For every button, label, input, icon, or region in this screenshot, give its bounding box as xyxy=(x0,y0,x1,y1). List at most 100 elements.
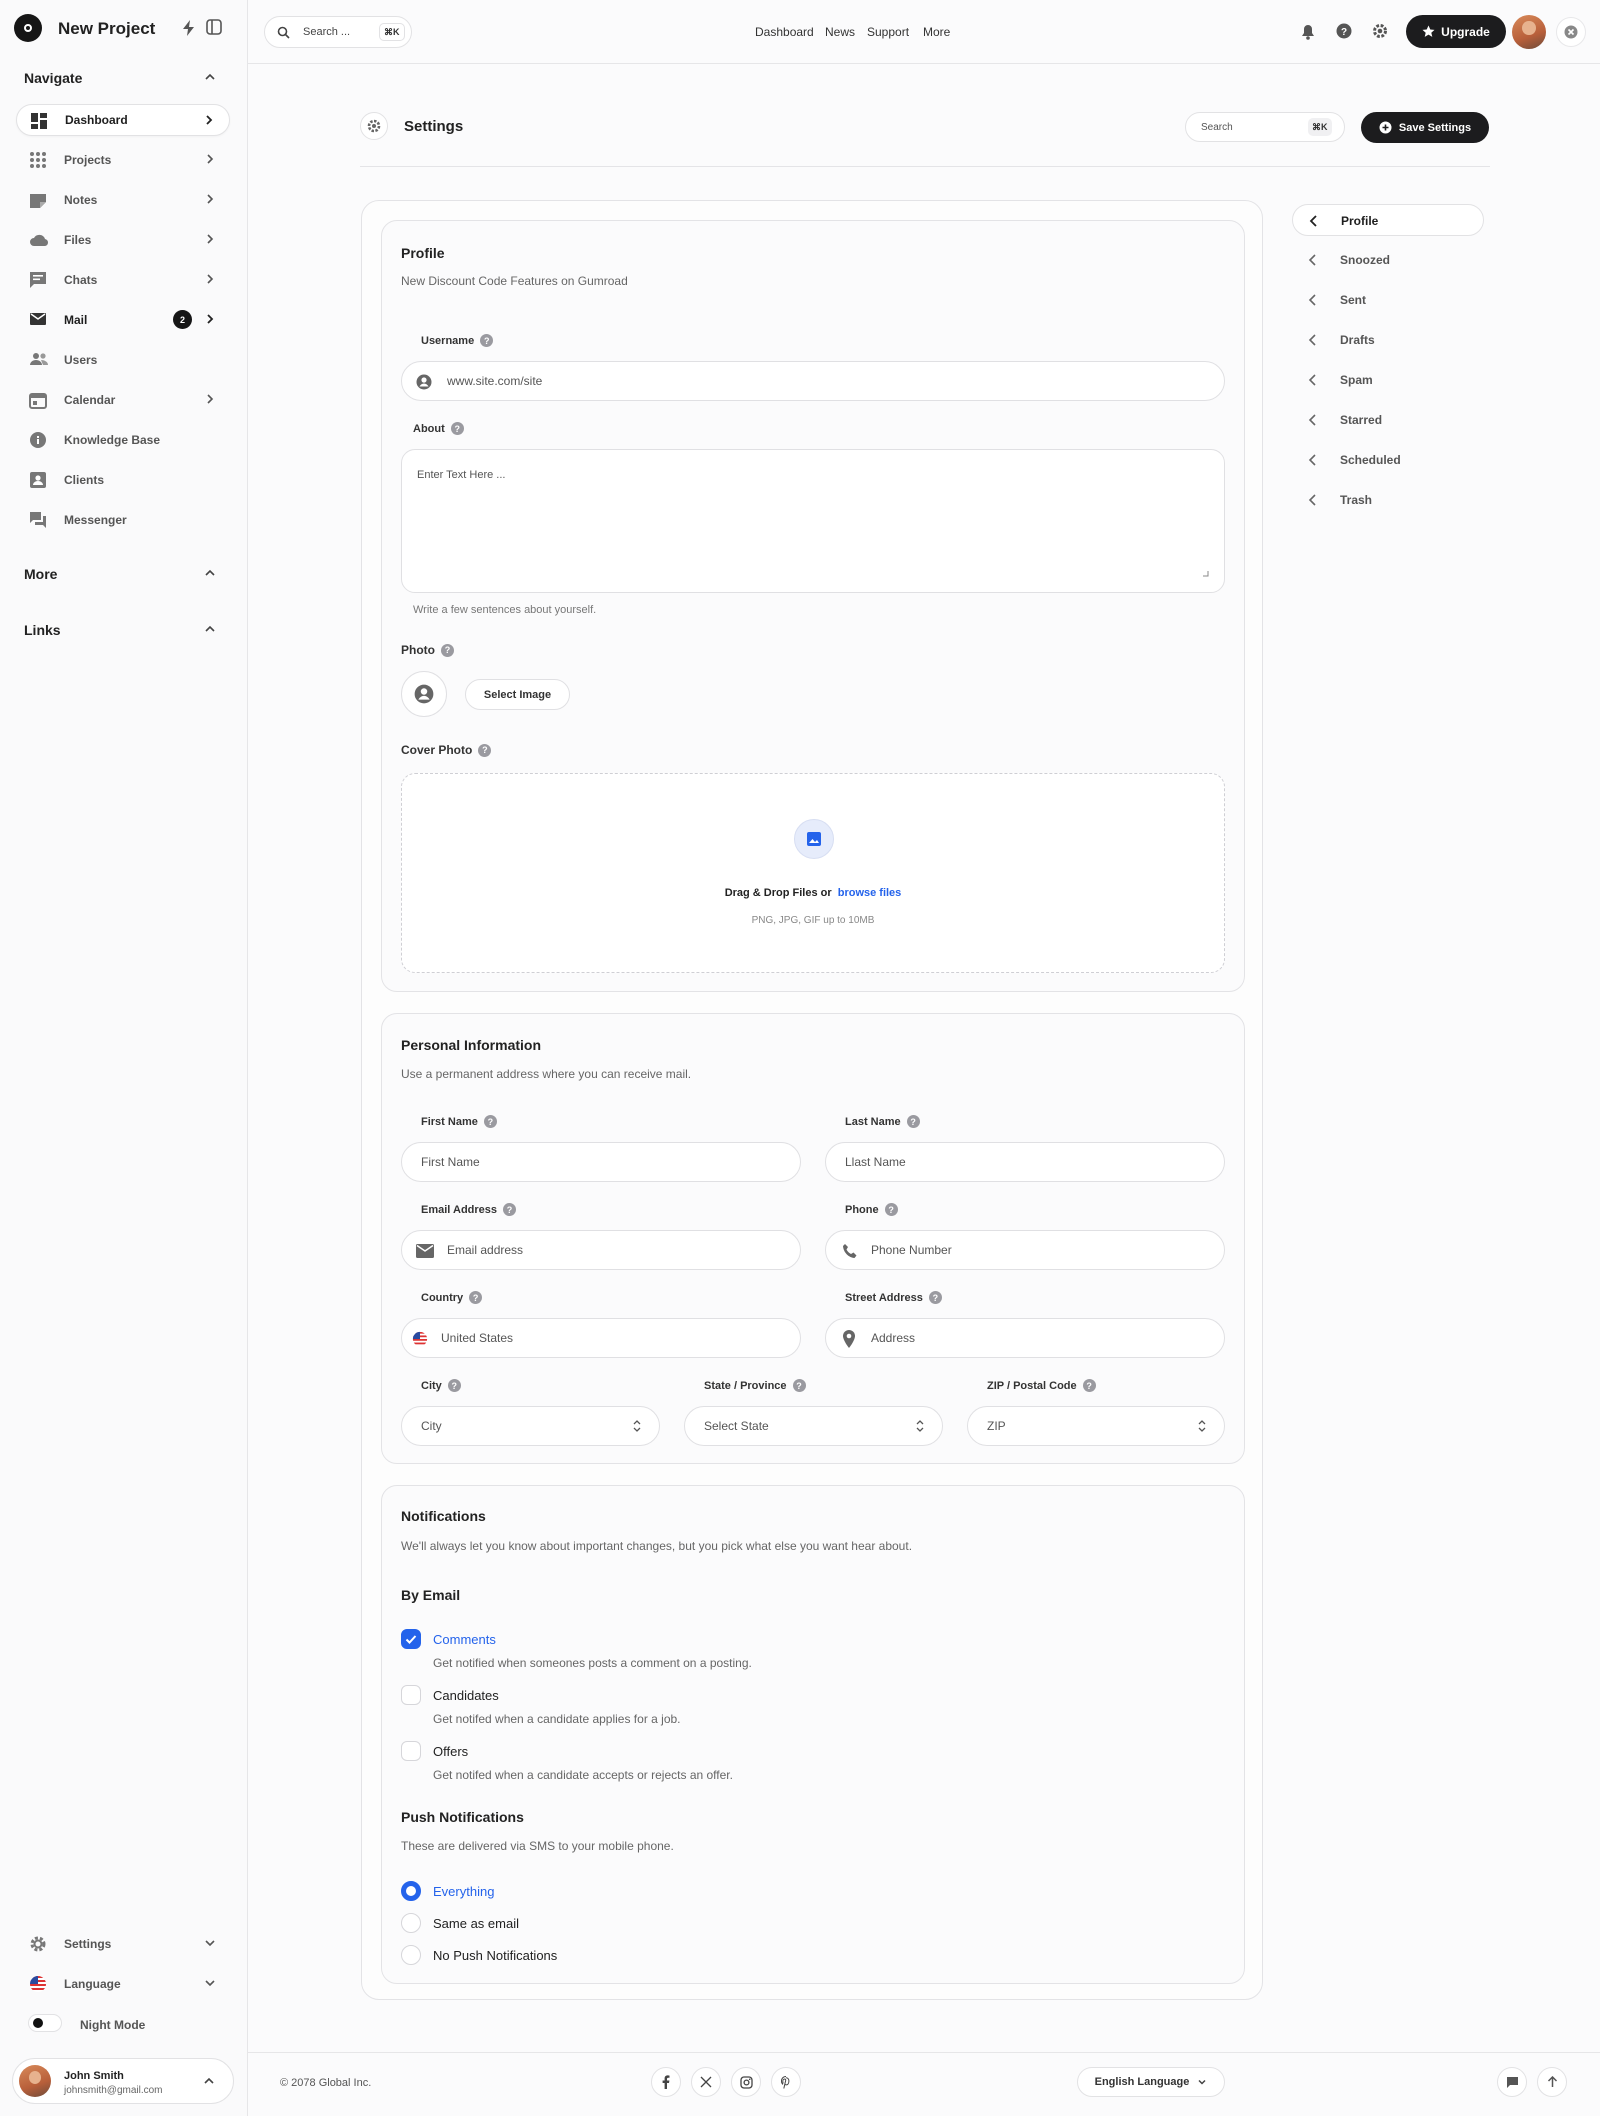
gear-icon xyxy=(367,119,381,133)
profile-avatar[interactable] xyxy=(1512,15,1546,49)
browse-files-link[interactable]: browse files xyxy=(838,887,902,899)
top-nav-news[interactable]: News xyxy=(825,25,855,39)
zip-select[interactable]: ZIP xyxy=(967,1406,1225,1446)
email-input[interactable]: Email address xyxy=(401,1230,801,1270)
help-icon[interactable]: ? xyxy=(906,1115,920,1128)
help-icon[interactable]: ? xyxy=(469,1291,483,1304)
sidebar-item-files[interactable]: Files xyxy=(16,224,230,256)
sidebar-item-label: Messenger xyxy=(64,513,127,527)
city-value: City xyxy=(421,1419,442,1433)
check-icon xyxy=(405,1635,417,1644)
top-nav-support[interactable]: Support xyxy=(867,25,909,39)
sidebar-item-users[interactable]: Users xyxy=(16,344,230,376)
chevron-up-icon xyxy=(205,73,215,80)
top-nav-more[interactable]: More xyxy=(923,25,950,39)
help-icon[interactable]: ? xyxy=(792,1379,806,1392)
help-icon[interactable]: ? xyxy=(503,1203,517,1216)
city-select[interactable]: City xyxy=(401,1406,660,1446)
instagram-link[interactable] xyxy=(731,2067,761,2097)
sidebar-toggle-icon[interactable] xyxy=(206,19,222,35)
sidebar-item-settings[interactable]: Settings xyxy=(16,1928,230,1960)
push-none-radio[interactable] xyxy=(401,1945,421,1965)
first-name-input[interactable]: First Name xyxy=(401,1142,801,1182)
section-nav-profile[interactable]: Profile xyxy=(1292,204,1484,236)
phone-input[interactable]: Phone Number xyxy=(825,1230,1225,1270)
street-address-input[interactable]: Address xyxy=(825,1318,1225,1358)
gear-icon[interactable] xyxy=(1372,23,1388,39)
forum-icon xyxy=(30,512,46,528)
settings-search-input[interactable]: Search ⌘K xyxy=(1185,112,1345,142)
save-settings-button[interactable]: Save Settings xyxy=(1361,112,1489,143)
bolt-icon[interactable] xyxy=(182,20,196,36)
settings-search-shortcut: ⌘K xyxy=(1308,118,1332,136)
chevron-left-icon xyxy=(1308,494,1316,506)
section-nav-spam[interactable]: Spam xyxy=(1292,364,1484,396)
push-everything-radio[interactable] xyxy=(401,1881,421,1901)
footer-language-label: English Language xyxy=(1094,2076,1190,2088)
sidebar-item-calendar[interactable]: Calendar xyxy=(16,384,230,416)
section-nav-starred[interactable]: Starred xyxy=(1292,404,1484,436)
help-icon[interactable]: ? xyxy=(1082,1379,1096,1392)
push-same-as-email-radio[interactable] xyxy=(401,1913,421,1933)
sidebar-item-clients[interactable]: Clients xyxy=(16,464,230,496)
photo-avatar-placeholder xyxy=(401,671,447,717)
state-select[interactable]: Select State xyxy=(684,1406,943,1446)
scroll-top-button[interactable] xyxy=(1537,2067,1567,2097)
upgrade-button[interactable]: Upgrade xyxy=(1406,15,1506,48)
app-logo[interactable] xyxy=(14,14,42,42)
language-select[interactable]: English Language xyxy=(1077,2067,1225,2097)
user-menu[interactable]: John Smith johnsmith@gmail.com xyxy=(12,2058,234,2104)
top-nav-dashboard[interactable]: Dashboard xyxy=(755,25,814,39)
help-icon[interactable]: ? xyxy=(447,1379,461,1392)
section-nav-scheduled[interactable]: Scheduled xyxy=(1292,444,1484,476)
sidebar-item-projects[interactable]: Projects xyxy=(16,144,230,176)
resize-handle-icon[interactable] xyxy=(1203,571,1209,577)
more-heading-label: More xyxy=(24,566,58,582)
section-nav-snoozed[interactable]: Snoozed xyxy=(1292,244,1484,276)
chat-button[interactable] xyxy=(1497,2067,1527,2097)
help-icon[interactable]: ? xyxy=(441,643,454,657)
us-flag-icon xyxy=(412,1331,428,1347)
country-select[interactable]: United States xyxy=(401,1318,801,1358)
section-nav-trash[interactable]: Trash xyxy=(1292,484,1484,516)
help-icon[interactable]: ? xyxy=(483,1115,497,1128)
candidates-checkbox[interactable] xyxy=(401,1685,421,1705)
help-icon[interactable]: ? xyxy=(480,334,494,347)
help-icon[interactable]: ? xyxy=(450,422,464,435)
night-mode-toggle[interactable] xyxy=(28,2014,62,2032)
about-textarea[interactable]: Enter Text Here ... xyxy=(401,449,1225,593)
offers-checkbox[interactable] xyxy=(401,1741,421,1761)
sidebar-item-chats[interactable]: Chats xyxy=(16,264,230,296)
sidebar-item-messenger[interactable]: Messenger xyxy=(16,504,230,536)
help-icon[interactable]: ? xyxy=(1336,23,1352,39)
select-image-button[interactable]: Select Image xyxy=(465,679,570,710)
select-arrows-icon xyxy=(916,1420,924,1432)
close-button[interactable] xyxy=(1556,17,1586,47)
more-heading[interactable]: More xyxy=(24,566,216,582)
section-nav-sent[interactable]: Sent xyxy=(1292,284,1484,316)
sidebar-item-knowledge-base[interactable]: Knowledge Base xyxy=(16,424,230,456)
gear-icon xyxy=(30,1936,46,1952)
help-icon[interactable]: ? xyxy=(928,1291,942,1304)
username-input[interactable]: www.site.com/site xyxy=(401,361,1225,401)
settings-panel: Profile New Discount Code Features on Gu… xyxy=(361,200,1263,2000)
global-search-input[interactable]: Search ... ⌘K xyxy=(264,16,412,48)
sidebar-item-notes[interactable]: Notes xyxy=(16,184,230,216)
navigate-heading[interactable]: Navigate xyxy=(24,70,216,86)
last-name-label-text: Last Name xyxy=(845,1115,901,1128)
x-link[interactable] xyxy=(691,2067,721,2097)
pinterest-link[interactable] xyxy=(771,2067,801,2097)
comments-checkbox[interactable] xyxy=(401,1629,421,1649)
user-email: johnsmith@gmail.com xyxy=(64,2085,163,2096)
facebook-link[interactable] xyxy=(651,2067,681,2097)
sidebar-item-dashboard[interactable]: Dashboard xyxy=(16,104,230,136)
sidebar-item-mail[interactable]: Mail 2 xyxy=(16,304,230,336)
help-icon[interactable]: ? xyxy=(884,1203,898,1216)
cover-photo-dropzone[interactable]: Drag & Drop Files or browse files PNG, J… xyxy=(401,773,1225,973)
help-icon[interactable]: ? xyxy=(478,743,492,757)
links-heading[interactable]: Links xyxy=(24,622,216,638)
sidebar-item-language[interactable]: Language xyxy=(16,1968,230,2000)
bell-icon[interactable] xyxy=(1301,24,1315,40)
last-name-input[interactable]: Llast Name xyxy=(825,1142,1225,1182)
section-nav-drafts[interactable]: Drafts xyxy=(1292,324,1484,356)
